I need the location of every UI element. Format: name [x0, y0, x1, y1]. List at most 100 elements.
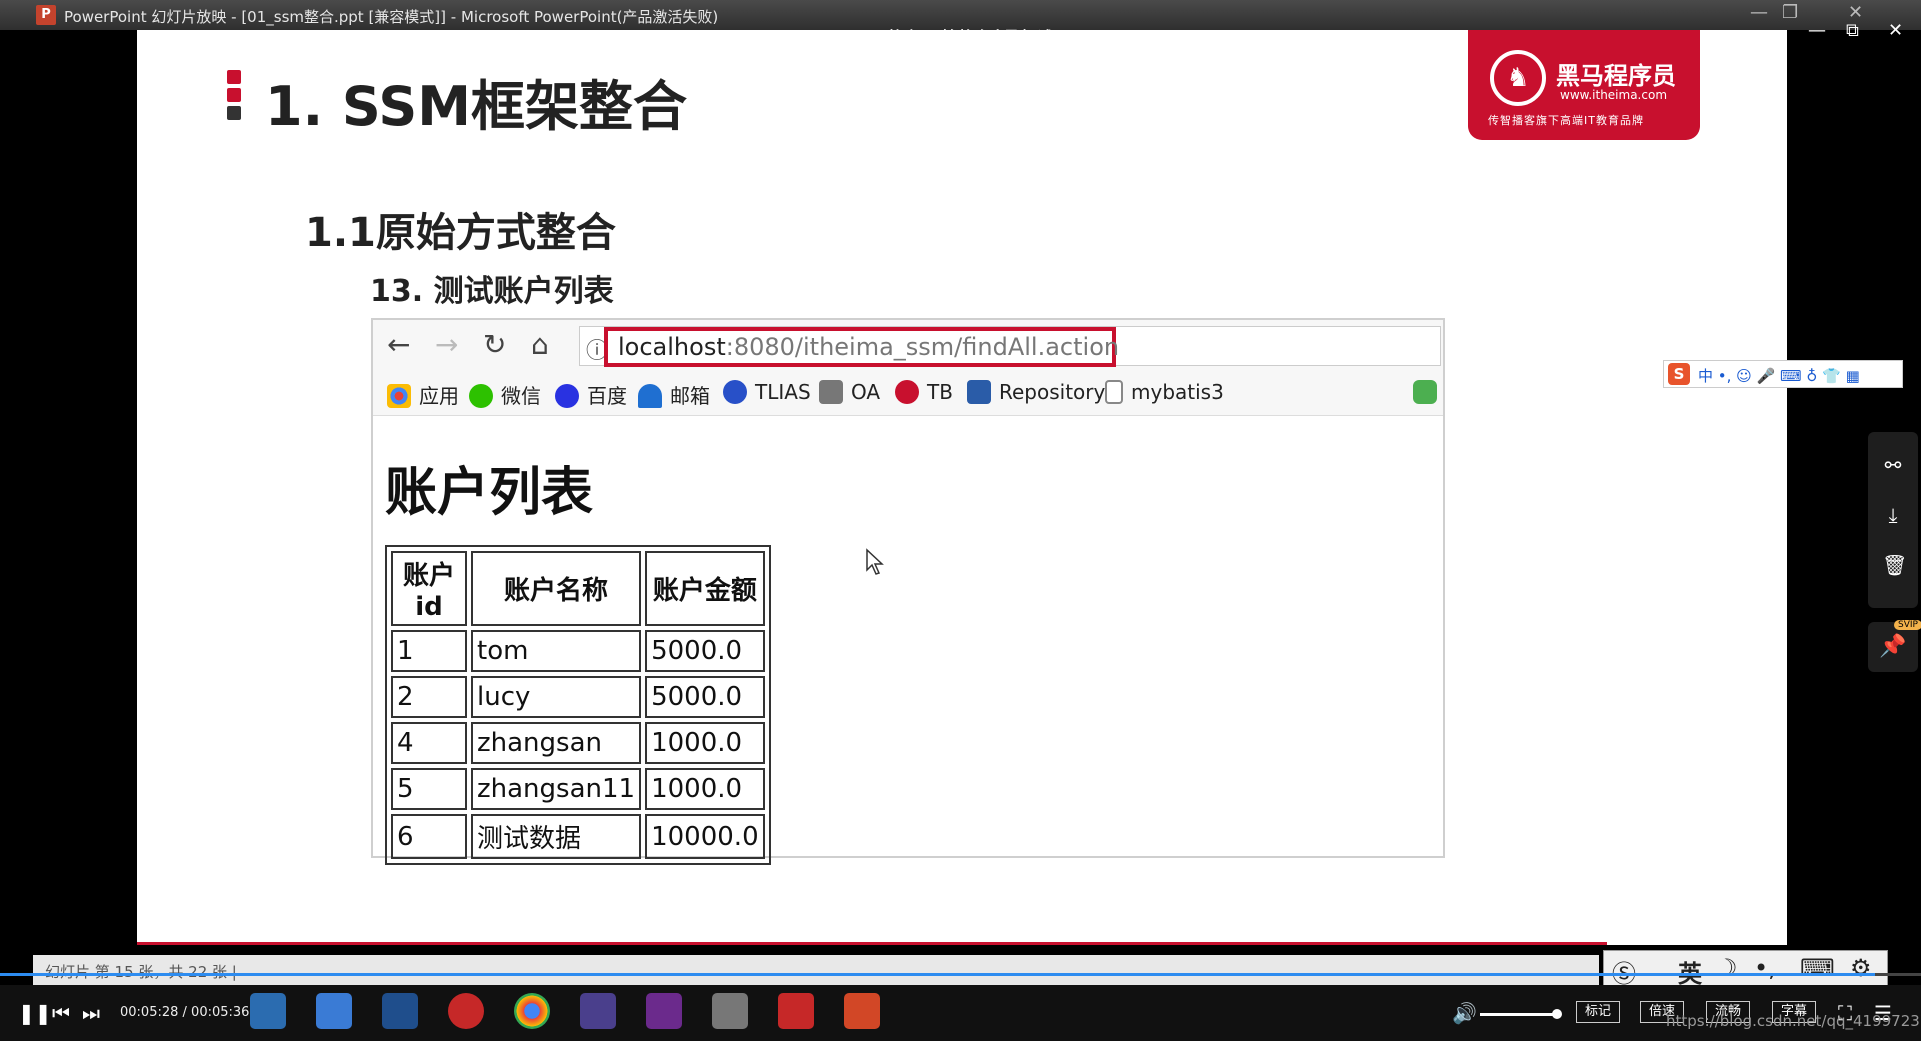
table-row: 4 zhangsan 1000.0: [391, 722, 765, 764]
player-controls: ❚❚ ⏮ ⏭ 00:05:28 / 00:05:36 🔊 标记 倍速 流畅 字幕…: [0, 985, 1921, 1041]
next-icon[interactable]: ⏭: [82, 1001, 100, 1025]
total-time: 00:05:36: [191, 1005, 250, 1020]
tlias-icon: [723, 380, 747, 404]
volume-icon[interactable]: 🔊: [1452, 1001, 1477, 1025]
oa-icon: [819, 380, 843, 404]
share-icon[interactable]: ⚯: [1882, 454, 1904, 476]
browser-screenshot: ← → ↻ ⌂ ⓘ localhost:8080/itheima_ssm/fin…: [371, 318, 1445, 865]
hexagon-icon: [1413, 380, 1437, 404]
address-bar: ⓘ localhost:8080/itheima_ssm/findAll.act…: [579, 326, 1441, 367]
address-highlight: localhost:8080/itheima_ssm/findAll.actio…: [604, 327, 1119, 367]
taskbar-folder-icon: [250, 993, 286, 1029]
download-icon[interactable]: ⤓: [1882, 504, 1904, 526]
table-row: 1 tom 5000.0: [391, 630, 765, 672]
previous-icon[interactable]: ⏮: [52, 1001, 70, 1025]
table-row: 6 测试数据 10000.0: [391, 814, 765, 859]
slide-count-text: 幻灯片 第 15 张，共 22 张: [45, 963, 228, 981]
progress-bar[interactable]: [0, 973, 1921, 976]
table-cell: zhangsan11: [471, 768, 642, 810]
pause-icon[interactable]: ❚❚: [18, 1001, 52, 1025]
bookmarks-bar: 应用 微信 百度 邮箱 TLIAS OA TB Repository mybat…: [373, 370, 1443, 416]
keyboard-icon[interactable]: ⌨: [1800, 954, 1835, 982]
forward-arrow-icon: →: [435, 328, 459, 361]
taskbar-network-icon: [382, 993, 418, 1029]
table-cell: 5000.0: [645, 676, 765, 718]
bookmark-wechat: 微信: [469, 380, 541, 409]
horse-logo-icon: ♞: [1490, 50, 1546, 106]
apps-icon: [387, 384, 411, 408]
settings-gear-icon[interactable]: ⚙: [1850, 954, 1872, 982]
browser-toolbar: ← → ↻ ⌂ ⓘ localhost:8080/itheima_ssm/fin…: [373, 320, 1443, 370]
bookmark-mybatis: mybatis3: [1105, 380, 1224, 404]
bookmark-repository: Repository: [967, 380, 1105, 404]
logo-name: 黑马程序员: [1556, 62, 1676, 90]
punctuation-icon[interactable]: •,: [1754, 954, 1776, 982]
bookmark-apps: 应用: [387, 380, 459, 409]
ppt-status-bar: 幻灯片 第 15 张，共 22 张 |: [33, 955, 1599, 985]
player-minimize-button[interactable]: —: [1808, 20, 1826, 41]
table-cell: zhangsan: [471, 722, 642, 764]
table-cell: lucy: [471, 676, 642, 718]
bookmark-tlias: TLIAS: [723, 380, 811, 404]
taskbar-idea-icon: [646, 993, 682, 1029]
bookmark-baidu: 百度: [555, 380, 627, 409]
taskbar-dolphin-icon: [580, 993, 616, 1029]
table-header: 账户金额: [645, 551, 765, 626]
mouse-cursor-icon: [866, 548, 884, 575]
powerpoint-icon: P: [36, 5, 56, 25]
csdn-watermark: https://blog.csdn.net/qq_41997237: [1666, 1012, 1921, 1030]
table-cell: 1000.0: [645, 768, 765, 810]
table-row: 2 lucy 5000.0: [391, 676, 765, 718]
table-cell: tom: [471, 630, 642, 672]
logo-url: www.itheima.com: [1560, 88, 1668, 102]
ime-floating-toolbar[interactable]: S 中 •, ☺ 🎤 ⌨ ♁ 👕 ▦: [1663, 360, 1903, 388]
table-cell: 4: [391, 722, 467, 764]
page-icon: [1105, 380, 1123, 404]
ime-status-bar[interactable]: Ⓢ 英 ☽ •, ⌨ ⚙: [1603, 950, 1888, 988]
section-heading: 1.1原始方式整合: [305, 210, 616, 256]
moon-icon[interactable]: ☽: [1716, 954, 1738, 982]
taskbar-typora-icon: [712, 993, 748, 1029]
table-cell: 10000.0: [645, 814, 765, 859]
taskbar-chrome-icon: [514, 993, 550, 1029]
table-cell: 6: [391, 814, 467, 859]
slide-footer-bar: [137, 942, 1607, 945]
table-header-row: 账户id 账户名称 账户金额: [391, 551, 765, 626]
side-toolbar: ⚯ ⤓ 🗑: [1868, 432, 1918, 608]
bookmark-tb: TB: [895, 380, 953, 404]
slide-title: 1. SSM框架整合: [265, 75, 687, 138]
volume-knob[interactable]: [1552, 1009, 1562, 1019]
progress-fill: [0, 973, 1875, 976]
mark-button[interactable]: 标记: [1576, 1001, 1621, 1023]
taskbar-explorer-icon: [316, 993, 352, 1029]
volume-slider[interactable]: [1480, 1013, 1558, 1016]
sogou-icon: S: [1668, 363, 1690, 385]
svip-badge: SVIP: [1894, 620, 1921, 630]
logo-slogan: 传智播客旗下高端IT教育品牌: [1488, 114, 1644, 127]
bookmark-oa: OA: [819, 380, 880, 404]
video-player: P PowerPoint 幻灯片放映 - [01_ssm整合.ppt [兼容模式…: [0, 0, 1921, 1041]
table-cell: 2: [391, 676, 467, 718]
bookmark-extra: [1413, 380, 1445, 404]
player-close-button[interactable]: ✕: [1888, 20, 1903, 41]
ppt-minimize-button[interactable]: —: [1750, 2, 1768, 23]
taobao-icon: [895, 380, 919, 404]
player-maximize-button[interactable]: ⧉: [1846, 20, 1859, 41]
table-cell: 测试数据: [471, 814, 642, 859]
ime-lang-toggle[interactable]: 英: [1678, 954, 1702, 989]
taskbar-powerpoint-icon: [844, 993, 880, 1029]
ppt-restore-button[interactable]: ❐: [1782, 2, 1798, 23]
mail-icon: [638, 384, 662, 408]
taskbar-xmind-icon: [778, 993, 814, 1029]
table-header: 账户名称: [471, 551, 642, 626]
page-heading: 账户列表: [385, 463, 594, 523]
ime-toolbar-icons: 中 •, ☺ 🎤 ⌨ ♁ 👕 ▦: [1698, 367, 1860, 385]
reload-icon: ↻: [483, 328, 507, 361]
delete-icon[interactable]: 🗑: [1882, 554, 1907, 576]
table-cell: 1: [391, 630, 467, 672]
itheima-logo: ♞ 黑马程序员 www.itheima.com 传智播客旗下高端IT教育品牌: [1468, 30, 1700, 140]
wechat-icon: [469, 384, 493, 408]
ime-logo-icon: Ⓢ: [1612, 960, 1636, 988]
slide: 1. SSM框架整合 1.1原始方式整合 13. 测试账户列表 ♞ 黑马程序员 …: [137, 30, 1787, 945]
table-row: 5 zhangsan11 1000.0: [391, 768, 765, 810]
